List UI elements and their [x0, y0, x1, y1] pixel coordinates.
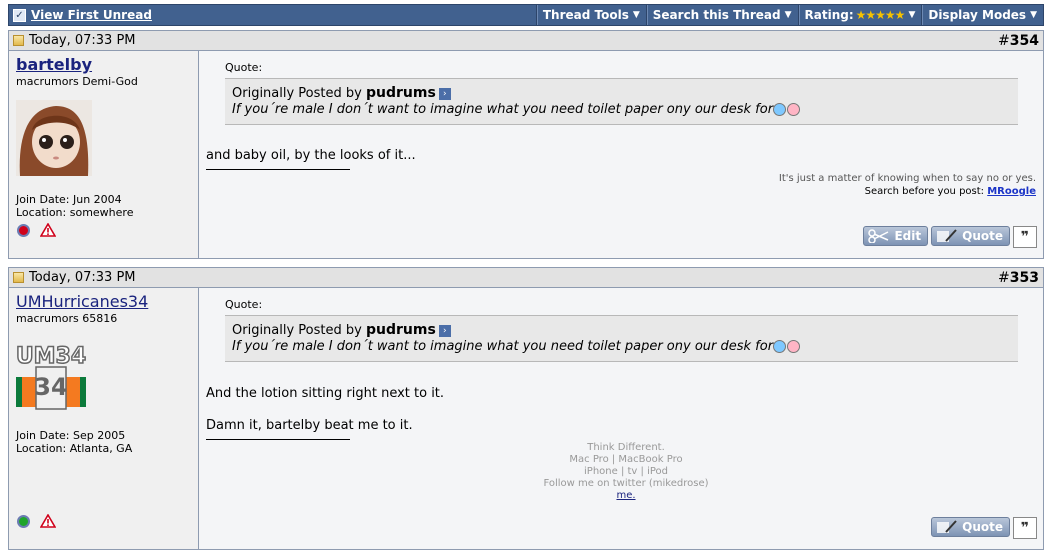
chevron-down-icon: ▼ — [784, 10, 792, 20]
signature-divider — [206, 169, 350, 170]
signature-divider — [206, 439, 350, 440]
online-status-icon — [17, 514, 30, 528]
edit-label: Edit — [894, 229, 922, 243]
signature-line: Mac Pro | MacBook Pro — [569, 454, 683, 465]
user-title: macrumors 65816 — [16, 312, 118, 325]
post-message-area: Quote: Originally Posted by pudrums › If … — [199, 288, 1043, 549]
message-line: Damn it, bartelby beat me to it. — [206, 418, 413, 433]
thread-tools-label: Thread Tools — [542, 8, 629, 22]
thread-tools-menu[interactable]: Thread Tools ▼ — [535, 5, 646, 25]
chevron-down-icon: ▼ — [908, 10, 916, 20]
report-post-icon[interactable] — [40, 223, 56, 237]
display-modes-label: Display Modes — [928, 8, 1027, 22]
username-link[interactable]: UMHurricanes34 — [16, 292, 191, 311]
chevron-down-icon: ▼ — [1030, 10, 1037, 20]
quote-block: Originally Posted by pudrums › If you´re … — [225, 78, 1018, 125]
signature-text: It's just a matter of knowing when to sa… — [778, 173, 1036, 184]
view-post-icon[interactable]: › — [438, 324, 451, 337]
edit-button[interactable]: Edit — [863, 226, 929, 246]
user-info-panel: UMHurricanes34 macrumors 65816 UM34 34 J… — [9, 288, 199, 549]
quote-label: Quote — [962, 520, 1003, 534]
rating-menu[interactable]: Rating: ★★★★★ ▼ — [797, 5, 922, 25]
post-number[interactable]: #353 — [998, 270, 1039, 286]
quote-block: Originally Posted by pudrums › If you´re … — [225, 315, 1018, 362]
username-link[interactable]: bartelby — [16, 55, 191, 74]
signature-line: Follow me on twitter (mikedrose) — [543, 478, 709, 489]
report-post-icon[interactable] — [40, 514, 56, 528]
quote-button[interactable]: Quote — [931, 517, 1010, 537]
scissors-icon — [868, 229, 889, 243]
smiley-icon — [787, 340, 801, 353]
user-location: Location: somewhere — [16, 206, 134, 219]
rating-stars-icon: ★★★★★ — [855, 8, 906, 22]
user-info-panel: bartelby macrumors Demi-God Join Date: J… — [9, 51, 199, 258]
quote-label: Quote: — [225, 298, 263, 311]
multi-quote-button[interactable]: ❞ — [1013, 226, 1037, 248]
post: Today, 07:33 PM #354 bartelby macrumors … — [8, 30, 1044, 259]
quote-prefix: Originally Posted by — [232, 86, 362, 101]
user-location: Location: Atlanta, GA — [16, 442, 133, 455]
post-icon — [13, 35, 24, 46]
post-number-value: 353 — [1009, 269, 1039, 286]
user-title: macrumors Demi-God — [16, 75, 138, 88]
quote-prefix: Originally Posted by — [232, 323, 362, 338]
svg-text:34: 34 — [34, 373, 67, 401]
view-first-unread[interactable]: ✓ View First Unread — [9, 5, 536, 25]
rating-label: Rating: — [804, 8, 854, 22]
join-date: Join Date: Jun 2004 — [16, 193, 122, 206]
view-first-unread-link[interactable]: View First Unread — [31, 8, 152, 22]
first-unread-icon: ✓ — [13, 8, 26, 22]
post-number-value: 354 — [1009, 32, 1039, 49]
thread-toolbar: ✓ View First Unread Thread Tools ▼ Searc… — [8, 4, 1044, 26]
offline-status-icon — [17, 223, 30, 237]
post-date: Today, 07:33 PM — [29, 270, 136, 285]
quote-author: pudrums — [365, 322, 436, 338]
message-line: and baby oil, by the looks of it... — [206, 148, 416, 163]
signature-link[interactable]: MRoogle — [987, 186, 1036, 197]
view-post-icon[interactable]: › — [438, 87, 451, 100]
search-thread-label: Search this Thread — [652, 8, 781, 22]
smiley-icon — [787, 103, 801, 116]
post-header: Today, 07:33 PM #353 — [9, 268, 1043, 288]
post: Today, 07:33 PM #353 UMHurricanes34 macr… — [8, 267, 1044, 550]
quote-author: pudrums — [365, 85, 436, 101]
quote-label: Quote — [962, 229, 1003, 243]
chevron-down-icon: ▼ — [632, 10, 640, 20]
avatar-text: UM34 — [16, 344, 86, 369]
quote-pen-icon — [937, 520, 957, 533]
multi-quote-button[interactable]: ❞ — [1013, 517, 1037, 539]
avatar[interactable]: UM34 34 — [16, 337, 86, 413]
signature-line: iPhone | tv | iPod — [584, 466, 668, 477]
quote-button[interactable]: Quote — [931, 226, 1010, 246]
post-message-area: Quote: Originally Posted by pudrums › If … — [199, 51, 1043, 258]
avatar[interactable] — [16, 100, 92, 176]
post-header: Today, 07:33 PM #354 — [9, 31, 1043, 51]
quote-pen-icon — [937, 229, 957, 242]
signature-prefix: Search before you post: — [864, 186, 985, 197]
signature-line: Think Different. — [587, 442, 665, 453]
smiley-icon — [773, 103, 787, 116]
signature-link[interactable]: me. — [616, 490, 635, 501]
join-date: Join Date: Sep 2005 — [16, 429, 126, 442]
quote-text: If you´re male I don´t want to imagine w… — [232, 102, 774, 117]
message-line: And the lotion sitting right next to it. — [206, 386, 445, 401]
smiley-icon — [773, 340, 787, 353]
post-number[interactable]: #354 — [998, 33, 1039, 49]
post-icon — [13, 272, 24, 283]
search-thread-menu[interactable]: Search this Thread ▼ — [645, 5, 798, 25]
post-date: Today, 07:33 PM — [29, 33, 136, 48]
quote-text: If you´re male I don´t want to imagine w… — [232, 339, 774, 354]
quote-label: Quote: — [225, 61, 263, 74]
display-modes-menu[interactable]: Display Modes ▼ — [921, 5, 1043, 25]
